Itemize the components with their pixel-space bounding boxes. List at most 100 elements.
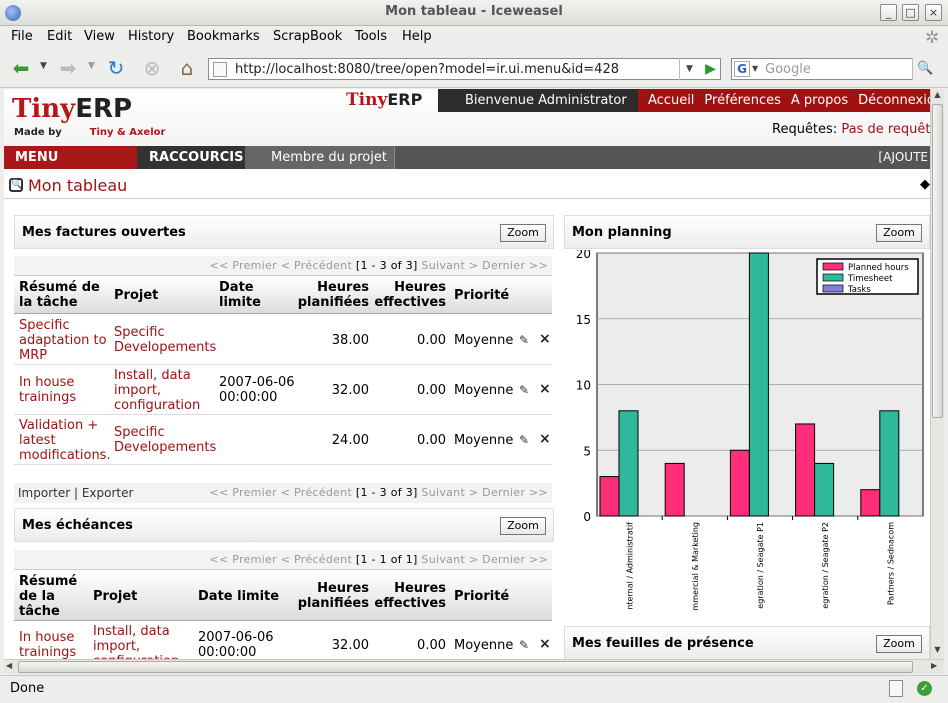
menu-bookmarks[interactable]: Bookmarks xyxy=(187,29,260,44)
clipboard-icon[interactable] xyxy=(889,680,903,697)
edit-icon[interactable]: ✎ xyxy=(519,638,529,652)
bar xyxy=(795,423,816,517)
minimize-icon[interactable]: _ xyxy=(880,4,897,21)
scroll-left-icon[interactable]: ◀ xyxy=(6,661,12,670)
delete-icon[interactable]: × xyxy=(539,636,551,652)
table-row[interactable]: In house trainings Install, data import,… xyxy=(14,365,552,415)
col-date[interactable]: Date limite xyxy=(198,589,279,604)
menu-history[interactable]: History xyxy=(128,29,174,44)
project-link[interactable]: Specific Developements xyxy=(114,325,216,355)
requests-link[interactable]: Pas de requêt xyxy=(841,122,930,137)
pager-last[interactable]: Dernier >> xyxy=(482,553,548,566)
pager-first[interactable]: << Premier xyxy=(209,486,276,499)
priority-cell: Moyenne xyxy=(454,638,514,653)
col-project[interactable]: Projet xyxy=(114,288,158,303)
delete-icon[interactable]: × xyxy=(539,331,551,347)
pager-next[interactable]: Suivant > xyxy=(421,486,478,499)
tab-main-menu[interactable]: MENU PRINCIPAL xyxy=(4,146,137,188)
menu-help[interactable]: Help xyxy=(402,29,432,44)
magnifier-icon[interactable]: 🔍 xyxy=(9,178,23,192)
pager-prev[interactable]: < Précédent xyxy=(281,259,352,272)
stop-icon[interactable]: ⊗ xyxy=(139,56,165,82)
pager-last[interactable]: Dernier >> xyxy=(482,259,548,272)
menu-file[interactable]: File xyxy=(11,29,33,44)
forward-icon[interactable]: ➡ xyxy=(55,56,81,82)
deadlines-zoom-button[interactable]: Zoom xyxy=(500,517,546,535)
url-dropdown-icon[interactable]: ▼ xyxy=(679,58,699,80)
task-link[interactable]: Validation + latest modifications. xyxy=(19,418,111,463)
delete-icon[interactable]: × xyxy=(539,381,551,397)
google-engine-icon[interactable]: G xyxy=(734,61,750,77)
pager-prev[interactable]: < Précédent xyxy=(281,486,352,499)
go-icon[interactable]: ▶ xyxy=(700,58,721,80)
delete-icon[interactable]: × xyxy=(539,431,551,447)
import-link[interactable]: Importer xyxy=(18,486,70,500)
horizontal-scrollbar[interactable]: ◀ ▶ xyxy=(4,659,944,674)
nav-apropos[interactable]: A propos xyxy=(791,93,848,108)
col-planned[interactable]: Heures planifiées xyxy=(292,280,369,310)
search-box[interactable]: G ▼ Google 🔍 xyxy=(731,58,938,80)
back-icon[interactable]: ⬅ xyxy=(8,56,34,82)
pager-last[interactable]: Dernier >> xyxy=(482,486,548,499)
edit-icon[interactable]: ✎ xyxy=(519,433,529,447)
pager-prev[interactable]: < Précédent xyxy=(281,553,352,566)
col-task[interactable]: Résumé de la tâche xyxy=(19,574,89,619)
check-icon[interactable]: ✓ xyxy=(917,681,932,696)
menu-tools[interactable]: Tools xyxy=(355,29,387,44)
attendance-zoom-button[interactable]: Zoom xyxy=(876,635,922,653)
home-icon[interactable]: ⌂ xyxy=(174,56,200,82)
project-link[interactable]: Install, data import, configuration xyxy=(114,368,214,413)
pager-first[interactable]: << Premier xyxy=(209,259,276,272)
forward-dropdown-icon[interactable]: ▼ xyxy=(88,61,95,71)
table-row[interactable]: In house trainings Install, data import,… xyxy=(14,622,552,659)
project-link[interactable]: Specific Developements xyxy=(114,425,216,455)
menu-edit[interactable]: Edit xyxy=(47,29,72,44)
col-date[interactable]: Date limite xyxy=(219,280,279,310)
table-row[interactable]: Validation + latest modifications. Speci… xyxy=(14,415,552,465)
engine-dropdown-icon[interactable]: ▼ xyxy=(752,64,758,73)
task-link[interactable]: In house trainings xyxy=(19,375,111,405)
vertical-scrollbar[interactable]: ▲ ▼ xyxy=(930,89,944,659)
pager-next[interactable]: Suivant > xyxy=(421,553,478,566)
maximize-icon[interactable]: □ xyxy=(902,4,919,21)
col-planned[interactable]: Heures planifiées xyxy=(292,581,369,611)
close-icon[interactable]: × xyxy=(925,4,942,21)
task-link[interactable]: Specific adaptation to MRP xyxy=(19,318,111,363)
scroll-down-icon[interactable]: ▼ xyxy=(932,645,943,657)
project-link[interactable]: Install, data import, configuration xyxy=(93,624,193,659)
menu-view[interactable]: View xyxy=(84,29,115,44)
pager-first[interactable]: << Premier xyxy=(209,553,276,566)
tab-project-member[interactable]: Membre du projet xyxy=(245,146,395,169)
collapse-icon[interactable]: ◆ xyxy=(920,177,930,192)
planning-chart: 0 5 10 15 20 nternal / Administratif mmercial … xyxy=(564,247,929,623)
add-shortcut-link[interactable]: [AJOUTE xyxy=(870,146,930,169)
tab-shortcuts[interactable]: RACCOURCIS xyxy=(137,146,245,169)
planning-zoom-button[interactable]: Zoom xyxy=(876,224,922,242)
edit-icon[interactable]: ✎ xyxy=(519,383,529,397)
scroll-up-icon[interactable]: ▲ xyxy=(932,90,943,102)
export-link[interactable]: Exporter xyxy=(82,486,134,500)
horizontal-scroll-thumb[interactable] xyxy=(18,661,913,673)
col-priority[interactable]: Priorité xyxy=(454,288,509,303)
nav-deconnexion[interactable]: Déconnexion xyxy=(858,93,930,108)
col-effective[interactable]: Heures effectives xyxy=(374,280,446,310)
search-icon[interactable]: 🔍 xyxy=(912,58,938,80)
col-project[interactable]: Projet xyxy=(93,589,137,604)
scroll-right-icon[interactable]: ▶ xyxy=(931,661,937,670)
col-effective[interactable]: Heures effectives xyxy=(374,581,446,611)
col-task[interactable]: Résumé de la tâche xyxy=(19,280,109,310)
nav-accueil[interactable]: Accueil xyxy=(648,93,694,108)
reload-icon[interactable]: ↻ xyxy=(103,56,129,82)
url-bar[interactable]: http://localhost:8080/tree/open?model=ir… xyxy=(208,58,721,80)
table-row[interactable]: Specific adaptation to MRP Specific Deve… xyxy=(14,315,552,365)
vertical-scroll-thumb[interactable] xyxy=(932,104,943,418)
back-dropdown-icon[interactable]: ▼ xyxy=(40,61,47,71)
col-priority[interactable]: Priorité xyxy=(454,589,509,604)
task-link[interactable]: In house trainings xyxy=(19,630,91,659)
menu-scrapbook[interactable]: ScrapBook xyxy=(273,29,342,44)
tiny-erp-logo[interactable]: TinyERP xyxy=(12,94,132,124)
pager-next[interactable]: Suivant > xyxy=(421,259,478,272)
invoices-zoom-button[interactable]: Zoom xyxy=(500,224,546,242)
nav-preferences[interactable]: Préférences xyxy=(704,93,780,108)
edit-icon[interactable]: ✎ xyxy=(519,333,529,347)
